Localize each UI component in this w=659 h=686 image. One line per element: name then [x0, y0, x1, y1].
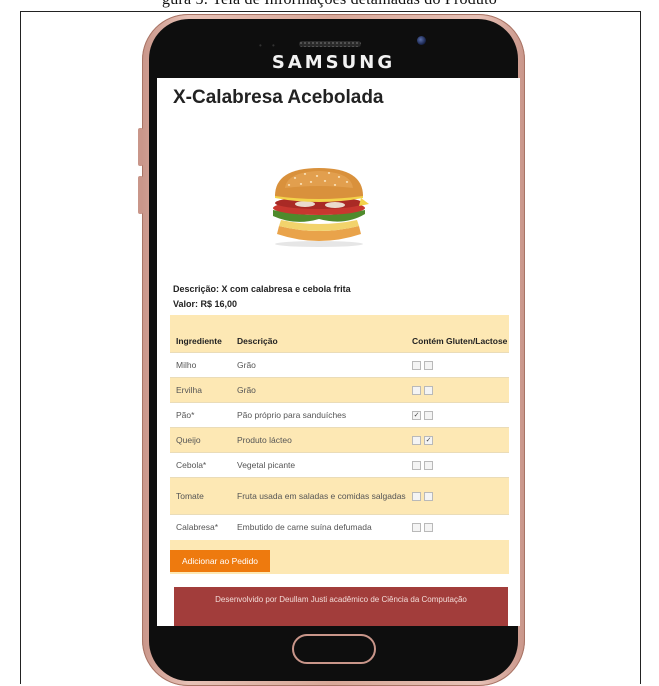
ingredient-cell: Milho: [170, 352, 231, 378]
description-cell: Vegetal picante: [231, 452, 406, 478]
description-cell: Pão próprio para sanduíches: [231, 402, 406, 428]
allergen-cell: ✓: [406, 427, 509, 453]
ingredient-cell: Pão*: [170, 402, 231, 428]
ingredients-table: Ingrediente Descrição Contém Gluten/Lact…: [170, 315, 509, 540]
ingredient-cell: Cebola*: [170, 452, 231, 478]
table-row: Calabresa* Embutido de carne suína defuma…: [170, 514, 509, 540]
device-brand: SAMSUNG: [271, 52, 396, 73]
description-cell: Embutido de carne suína defumada: [231, 514, 406, 540]
lactose-checkbox[interactable]: [424, 523, 433, 532]
table-row: Queijo Produto lácteo ✓: [170, 427, 509, 453]
header-description: Descrição: [237, 336, 278, 346]
header-allergens: Contém Gluten/Lactose: [412, 336, 508, 346]
gluten-checkbox[interactable]: [412, 385, 421, 395]
gluten-checkbox[interactable]: ✓: [412, 410, 421, 420]
footer-text: Desenvolvido por Deullam Justi acadêmico…: [215, 595, 467, 604]
gluten-checkbox[interactable]: [412, 491, 421, 501]
ingredient-cell: Queijo: [170, 427, 231, 453]
volume-button-2: [138, 176, 143, 214]
add-to-order-button[interactable]: Adicionar ao Pedido: [170, 550, 270, 572]
lactose-checkbox[interactable]: [424, 410, 433, 420]
gluten-checkbox[interactable]: [412, 360, 421, 370]
ingredient-cell: Ervilha: [170, 377, 231, 403]
ingredient-cell: Tomate: [170, 477, 231, 515]
home-button[interactable]: [292, 634, 376, 664]
earpiece-speaker: [299, 41, 361, 47]
page-footer: Desenvolvido por Deullam Justi acadêmico…: [174, 587, 508, 626]
figure-caption: gura 5: Tela de Informações detalhadas d…: [0, 0, 659, 11]
lactose-checkbox[interactable]: [424, 360, 433, 370]
description-cell: Fruta usada em saladas e comidas salgada…: [231, 477, 406, 515]
lactose-checkbox[interactable]: ✓: [424, 435, 433, 445]
lactose-checkbox[interactable]: [424, 460, 433, 470]
gluten-checkbox[interactable]: [412, 435, 421, 445]
gluten-checkbox[interactable]: [412, 523, 421, 532]
product-title: X-Calabresa Acebolada: [173, 87, 384, 108]
figure-border-left: [20, 11, 21, 684]
allergen-cell: [406, 477, 509, 515]
allergen-cell: [406, 352, 509, 378]
front-camera-icon: [417, 36, 426, 45]
table-row: Pão* Pão próprio para sanduíches ✓: [170, 402, 509, 428]
figure-border-top: [20, 11, 641, 12]
table-row: Ervilha Grão: [170, 377, 509, 403]
ingredients-card: Ingrediente Descrição Contém Gluten/Lact…: [170, 315, 509, 574]
burger-image: [273, 168, 369, 247]
allergen-cell: ✓: [406, 402, 509, 428]
description-cell: Produto lácteo: [231, 427, 406, 453]
table-header-row: Ingrediente Descrição Contém Gluten/Lact…: [170, 315, 509, 353]
product-price: Valor: R$ 16,00: [173, 299, 238, 309]
lactose-checkbox[interactable]: [424, 385, 433, 395]
table-row: Milho Grão: [170, 352, 509, 378]
gluten-checkbox[interactable]: [412, 460, 421, 470]
allergen-cell: [406, 452, 509, 478]
product-description: Descrição: X com calabresa e cebola frit…: [173, 284, 351, 294]
allergen-cell: [406, 377, 509, 403]
figure-border-right: [640, 11, 641, 684]
allergen-cell: [406, 514, 509, 540]
description-cell: Grão: [231, 352, 406, 378]
lactose-checkbox[interactable]: [424, 491, 433, 501]
volume-button: [138, 128, 143, 166]
phone-screen: X-Calabresa Acebolada Descrição: X com c…: [157, 78, 520, 626]
table-row: Cebola* Vegetal picante: [170, 452, 509, 478]
table-row: Tomate Fruta usada em saladas e comidas s…: [170, 477, 509, 515]
sensor-dots: • •: [259, 41, 279, 50]
header-ingredient: Ingrediente: [176, 336, 222, 346]
ingredient-cell: Calabresa*: [170, 514, 231, 540]
description-cell: Grão: [231, 377, 406, 403]
